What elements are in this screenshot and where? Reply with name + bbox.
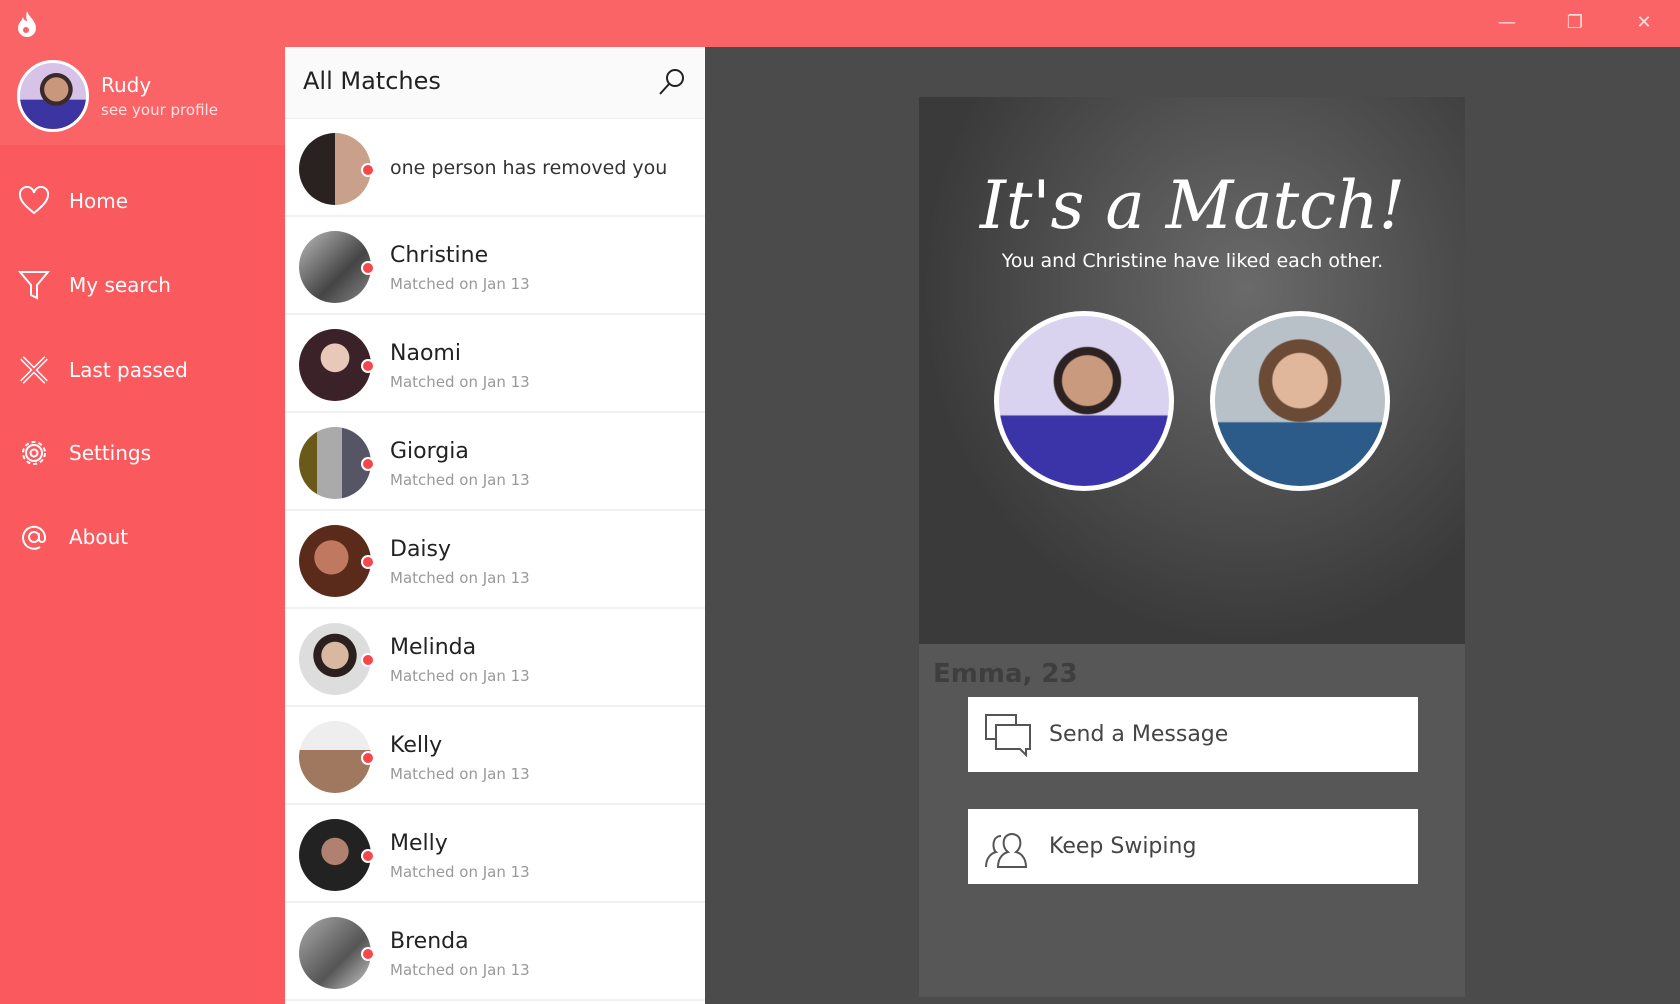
status-dot <box>361 653 375 667</box>
match-list-item[interactable]: Daisy Matched on Jan 13 <box>285 511 705 609</box>
match-avatar <box>1210 311 1390 491</box>
restore-button[interactable]: ❐ <box>1555 8 1595 38</box>
match-date: Matched on Jan 13 <box>390 275 530 293</box>
matches-list: All Matches one person has removed you Ch… <box>285 47 705 1004</box>
sidebar-item-label: Settings <box>69 441 152 465</box>
status-dot <box>361 849 375 863</box>
match-date: Matched on Jan 13 <box>390 373 530 391</box>
avatar[interactable] <box>17 60 89 132</box>
sidebar-item-my-search[interactable]: My search <box>0 255 285 315</box>
notice-row[interactable]: one person has removed you <box>285 119 705 217</box>
minimize-button[interactable]: — <box>1487 8 1527 38</box>
sidebar-item-about[interactable]: About <box>0 507 285 567</box>
sidebar-item-label: About <box>69 525 129 549</box>
list-header: All Matches <box>285 47 705 119</box>
my-avatar <box>994 311 1174 491</box>
match-overlay: Emma, 23 It's a Match! You and Christine… <box>705 47 1680 1004</box>
sidebar-item-last-passed[interactable]: Last passed <box>0 340 285 400</box>
chat-icon <box>985 713 1031 757</box>
match-list-item[interactable]: Giorgia Matched on Jan 13 <box>285 413 705 511</box>
status-dot <box>361 751 375 765</box>
sidebar: Rudy see your profile Home My search Las… <box>0 47 285 1004</box>
title-bar: — ❐ ✕ <box>0 0 1680 47</box>
match-list-item[interactable]: Naomi Matched on Jan 13 <box>285 315 705 413</box>
status-dot <box>361 947 375 961</box>
match-date: Matched on Jan 13 <box>390 471 530 489</box>
match-subtitle: You and Christine have liked each other. <box>1001 250 1384 272</box>
match-name: Brenda <box>390 929 469 954</box>
sidebar-item-home[interactable]: Home <box>0 171 285 231</box>
keep-swiping-label: Keep Swiping <box>1049 834 1197 859</box>
send-message-label: Send a Message <box>1049 722 1229 747</box>
status-dot <box>361 555 375 569</box>
match-date: Matched on Jan 13 <box>390 667 530 685</box>
gear-icon <box>22 441 46 465</box>
at-icon <box>22 525 46 550</box>
match-date: Matched on Jan 13 <box>390 863 530 881</box>
match-list-item[interactable]: Melinda Matched on Jan 13 <box>285 609 705 707</box>
match-date: Matched on Jan 13 <box>390 765 530 783</box>
match-date: Matched on Jan 13 <box>390 569 530 587</box>
profile-name: Rudy <box>101 73 152 97</box>
match-name: Christine <box>390 243 489 268</box>
match-name: Melly <box>390 831 448 856</box>
profile-link[interactable]: Rudy see your profile <box>0 47 285 145</box>
keep-swiping-button[interactable]: Keep Swiping <box>968 809 1418 884</box>
send-message-button[interactable]: Send a Message <box>968 697 1418 772</box>
status-dot <box>361 163 375 177</box>
cross-icon <box>20 356 48 384</box>
filter-icon <box>17 271 51 300</box>
close-button[interactable]: ✕ <box>1624 8 1664 38</box>
status-dot <box>361 359 375 373</box>
flame-icon <box>18 11 36 37</box>
background-card-name: Emma, 23 <box>933 659 1078 689</box>
match-date: Matched on Jan 13 <box>390 961 530 979</box>
match-title: It's a Match! <box>979 167 1406 244</box>
match-list-item[interactable]: Kelly Matched on Jan 13 <box>285 707 705 805</box>
match-name: Melinda <box>390 635 477 660</box>
sidebar-item-label: My search <box>69 273 171 297</box>
sidebar-item-settings[interactable]: Settings <box>0 423 285 483</box>
match-name: Giorgia <box>390 439 469 464</box>
match-name: Naomi <box>390 341 461 366</box>
notice-text: one person has removed you <box>390 157 668 179</box>
match-list-item[interactable]: Melly Matched on Jan 13 <box>285 805 705 903</box>
match-list-item[interactable]: Christine Matched on Jan 13 <box>285 217 705 315</box>
profile-subtitle[interactable]: see your profile <box>101 101 218 119</box>
match-name: Kelly <box>390 733 443 758</box>
match-name: Daisy <box>390 537 452 562</box>
sidebar-item-label: Last passed <box>69 358 188 382</box>
people-icon <box>985 832 1028 868</box>
heart-icon <box>18 185 50 215</box>
status-dot <box>361 261 375 275</box>
search-icon[interactable] <box>657 67 687 97</box>
match-list-item[interactable]: Brenda Matched on Jan 13 <box>285 903 705 1001</box>
sidebar-item-label: Home <box>69 189 129 213</box>
status-dot <box>361 457 375 471</box>
list-title: All Matches <box>303 67 441 95</box>
